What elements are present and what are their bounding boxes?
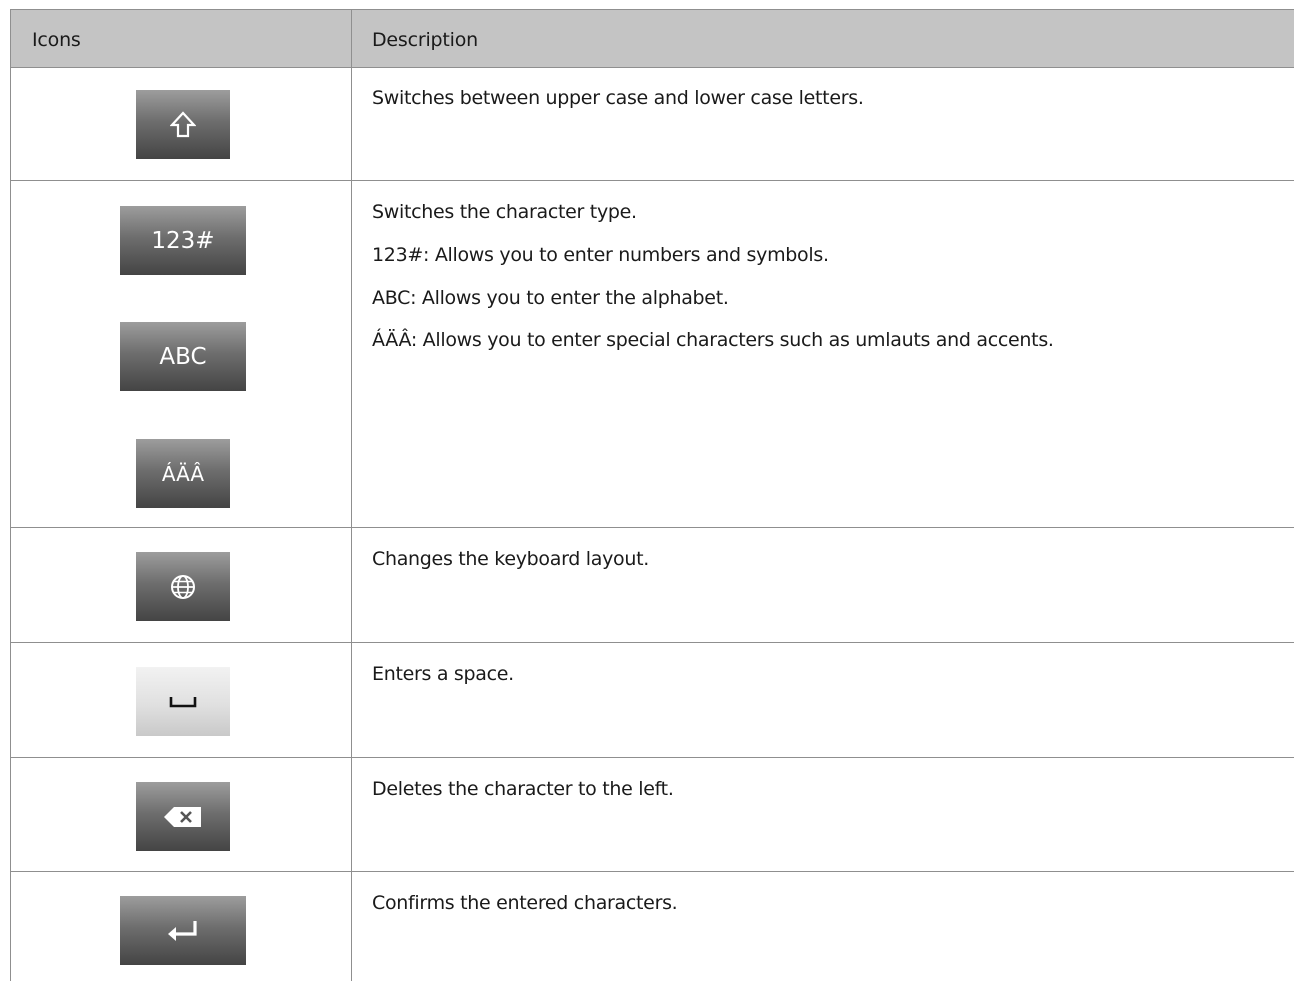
shift-key	[136, 90, 230, 159]
shift-arrow-icon	[170, 110, 196, 140]
alphabet-key: ABC	[120, 322, 246, 391]
table-header-row: Icons Description	[10, 9, 1294, 68]
description-cell: Switches the character type. 123#: Allow…	[351, 181, 1294, 527]
description-cell: Enters a space.	[351, 643, 1294, 757]
backspace-icon	[163, 805, 203, 829]
table-row: Switches between upper case and lower ca…	[10, 67, 1294, 181]
globe-icon	[170, 574, 196, 600]
icon-cell: 123# ABC ÁÄÂ	[10, 181, 352, 527]
table-row: Enters a space.	[10, 643, 1294, 758]
special-characters-key: ÁÄÂ	[136, 439, 230, 508]
description-text: 123#: Allows you to enter numbers and sy…	[372, 244, 829, 266]
enter-key	[120, 896, 246, 965]
icon-cell	[10, 67, 352, 180]
description-text: Confirms the entered characters.	[372, 892, 678, 914]
icon-cell	[10, 872, 352, 981]
header-icons-label: Icons	[32, 29, 81, 51]
header-description-label: Description	[372, 29, 479, 51]
description-cell: Deletes the character to the left.	[351, 758, 1294, 871]
description-text: Switches between upper case and lower ca…	[372, 87, 864, 109]
numbers-symbols-key: 123#	[120, 206, 246, 275]
description-cell: Changes the keyboard layout.	[351, 528, 1294, 642]
space-key	[136, 667, 230, 736]
enter-icon	[166, 919, 200, 943]
table-row: Deletes the character to the left.	[10, 758, 1294, 872]
description-text: Deletes the character to the left.	[372, 778, 674, 800]
description-text: ÁÄÂ: Allows you to enter special charact…	[372, 329, 1054, 351]
description-text: Changes the keyboard layout.	[372, 548, 649, 570]
description-cell: Switches between upper case and lower ca…	[351, 67, 1294, 180]
table-row: 123# ABC ÁÄÂ Switches the character type…	[10, 181, 1294, 528]
header-cell-icons: Icons	[10, 10, 352, 67]
backspace-key	[136, 782, 230, 851]
description-text: Enters a space.	[372, 663, 514, 685]
header-cell-description: Description	[351, 10, 1294, 67]
table-row: Changes the keyboard layout.	[10, 528, 1294, 643]
icon-cell	[10, 758, 352, 871]
description-text: Switches the character type.	[372, 201, 637, 223]
space-icon	[169, 695, 197, 709]
keyboard-layout-key	[136, 552, 230, 621]
icon-cell	[10, 528, 352, 642]
table-row: Confirms the entered characters.	[10, 872, 1294, 981]
description-text: ABC: Allows you to enter the alphabet.	[372, 287, 729, 309]
description-cell: Confirms the entered characters.	[351, 872, 1294, 981]
icon-cell	[10, 643, 352, 757]
